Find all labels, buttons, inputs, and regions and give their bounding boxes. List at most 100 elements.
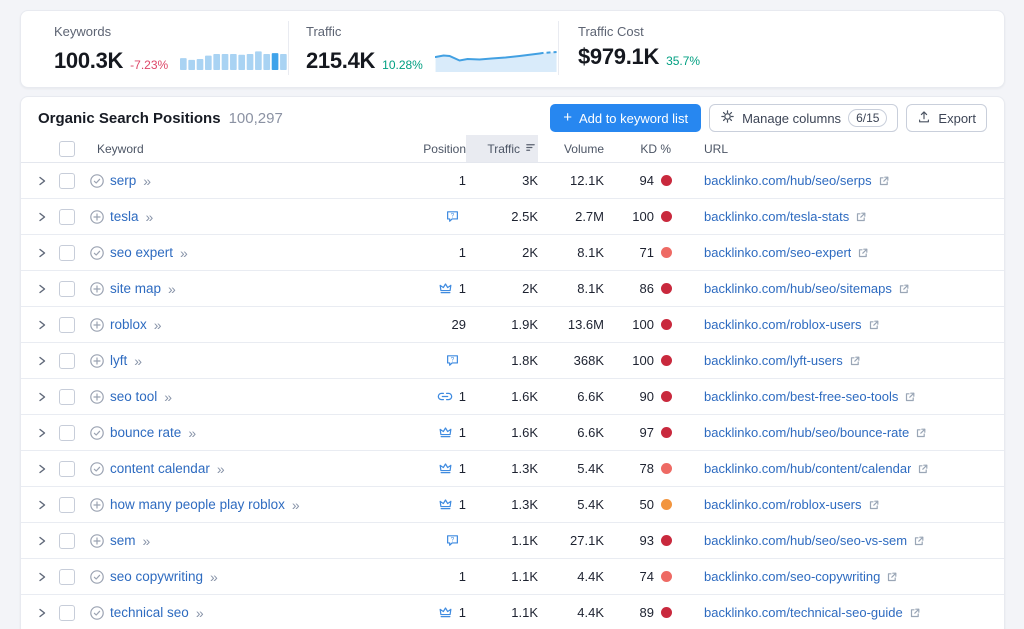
row-checkbox[interactable] xyxy=(59,353,75,369)
double-chevron-icon[interactable]: » xyxy=(217,461,225,477)
external-link-icon[interactable] xyxy=(855,211,867,223)
row-checkbox[interactable] xyxy=(59,317,75,333)
expand-chevron-icon[interactable] xyxy=(37,211,47,223)
external-link-icon[interactable] xyxy=(915,427,927,439)
external-link-icon[interactable] xyxy=(868,499,880,511)
double-chevron-icon[interactable]: » xyxy=(143,173,151,189)
column-header-volume[interactable]: Volume xyxy=(538,135,604,162)
url-link[interactable]: backlinko.com/technical-seo-guide xyxy=(704,605,903,620)
row-checkbox[interactable] xyxy=(59,533,75,549)
url-link[interactable]: backlinko.com/lyft-users xyxy=(704,353,843,368)
url-link[interactable]: backlinko.com/seo-expert xyxy=(704,245,851,260)
column-header-traffic[interactable]: Traffic xyxy=(466,135,538,162)
double-chevron-icon[interactable]: » xyxy=(196,605,204,621)
external-link-icon[interactable] xyxy=(917,463,929,475)
external-link-icon[interactable] xyxy=(868,319,880,331)
external-link-icon[interactable] xyxy=(886,571,898,583)
expand-chevron-icon[interactable] xyxy=(37,535,47,547)
double-chevron-icon[interactable]: » xyxy=(146,209,154,225)
expand-chevron-icon[interactable] xyxy=(37,427,47,439)
double-chevron-icon[interactable]: » xyxy=(143,533,151,549)
check-circle-icon[interactable] xyxy=(89,425,105,441)
url-link[interactable]: backlinko.com/hub/seo/serps xyxy=(704,173,872,188)
expand-chevron-icon[interactable] xyxy=(37,283,47,295)
keyword-link[interactable]: how many people play roblox xyxy=(110,497,285,512)
keyword-link[interactable]: tesla xyxy=(110,209,139,224)
plus-circle-icon[interactable] xyxy=(89,533,105,549)
check-circle-icon[interactable] xyxy=(89,605,105,621)
check-circle-icon[interactable] xyxy=(89,245,105,261)
keyword-link[interactable]: site map xyxy=(110,281,161,296)
keyword-link[interactable]: content calendar xyxy=(110,461,210,476)
external-link-icon[interactable] xyxy=(913,535,925,547)
column-header-kd[interactable]: KD % xyxy=(604,135,684,162)
keyword-link[interactable]: seo expert xyxy=(110,245,173,260)
keyword-link[interactable]: technical seo xyxy=(110,605,189,620)
url-link[interactable]: backlinko.com/tesla-stats xyxy=(704,209,849,224)
expand-chevron-icon[interactable] xyxy=(37,607,47,619)
double-chevron-icon[interactable]: » xyxy=(154,317,162,333)
expand-chevron-icon[interactable] xyxy=(37,175,47,187)
url-link[interactable]: backlinko.com/hub/seo/seo-vs-sem xyxy=(704,533,907,548)
row-checkbox[interactable] xyxy=(59,569,75,585)
keyword-link[interactable]: serp xyxy=(110,173,136,188)
url-link[interactable]: backlinko.com/hub/seo/sitemaps xyxy=(704,281,892,296)
keyword-link[interactable]: bounce rate xyxy=(110,425,181,440)
row-checkbox[interactable] xyxy=(59,245,75,261)
double-chevron-icon[interactable]: » xyxy=(180,245,188,261)
plus-circle-icon[interactable] xyxy=(89,389,105,405)
double-chevron-icon[interactable]: » xyxy=(210,569,218,585)
double-chevron-icon[interactable]: » xyxy=(134,353,142,369)
column-header-position[interactable]: Position xyxy=(366,135,466,162)
url-link[interactable]: backlinko.com/roblox-users xyxy=(704,317,862,332)
plus-circle-icon[interactable] xyxy=(89,497,105,513)
url-link[interactable]: backlinko.com/best-free-seo-tools xyxy=(704,389,898,404)
check-circle-icon[interactable] xyxy=(89,173,105,189)
double-chevron-icon[interactable]: » xyxy=(188,425,196,441)
external-link-icon[interactable] xyxy=(909,607,921,619)
add-to-keyword-list-button[interactable]: + Add to keyword list xyxy=(550,104,701,132)
plus-circle-icon[interactable] xyxy=(89,281,105,297)
double-chevron-icon[interactable]: » xyxy=(168,281,176,297)
url-link[interactable]: backlinko.com/seo-copywriting xyxy=(704,569,880,584)
check-circle-icon[interactable] xyxy=(89,461,105,477)
row-checkbox[interactable] xyxy=(59,425,75,441)
keyword-link[interactable]: sem xyxy=(110,533,136,548)
expand-chevron-icon[interactable] xyxy=(37,355,47,367)
row-checkbox[interactable] xyxy=(59,281,75,297)
row-checkbox[interactable] xyxy=(59,389,75,405)
expand-chevron-icon[interactable] xyxy=(37,463,47,475)
row-checkbox[interactable] xyxy=(59,605,75,621)
keyword-link[interactable]: roblox xyxy=(110,317,147,332)
row-checkbox[interactable] xyxy=(59,209,75,225)
url-link[interactable]: backlinko.com/hub/seo/bounce-rate xyxy=(704,425,909,440)
plus-circle-icon[interactable] xyxy=(89,353,105,369)
expand-chevron-icon[interactable] xyxy=(37,571,47,583)
url-link[interactable]: backlinko.com/roblox-users xyxy=(704,497,862,512)
external-link-icon[interactable] xyxy=(857,247,869,259)
external-link-icon[interactable] xyxy=(849,355,861,367)
row-checkbox[interactable] xyxy=(59,461,75,477)
plus-circle-icon[interactable] xyxy=(89,209,105,225)
external-link-icon[interactable] xyxy=(898,283,910,295)
external-link-icon[interactable] xyxy=(904,391,916,403)
double-chevron-icon[interactable]: » xyxy=(164,389,172,405)
url-link[interactable]: backlinko.com/hub/content/calendar xyxy=(704,461,911,476)
row-checkbox[interactable] xyxy=(59,497,75,513)
manage-columns-button[interactable]: Manage columns 6/15 xyxy=(709,104,898,132)
keyword-link[interactable]: seo tool xyxy=(110,389,157,404)
column-header-keyword[interactable]: Keyword xyxy=(85,135,366,162)
select-all-checkbox[interactable] xyxy=(59,141,75,157)
expand-chevron-icon[interactable] xyxy=(37,499,47,511)
row-checkbox[interactable] xyxy=(59,173,75,189)
keyword-link[interactable]: lyft xyxy=(110,353,127,368)
external-link-icon[interactable] xyxy=(878,175,890,187)
expand-chevron-icon[interactable] xyxy=(37,319,47,331)
expand-chevron-icon[interactable] xyxy=(37,247,47,259)
keyword-link[interactable]: seo copywriting xyxy=(110,569,203,584)
export-button[interactable]: Export xyxy=(906,104,987,132)
check-circle-icon[interactable] xyxy=(89,569,105,585)
expand-chevron-icon[interactable] xyxy=(37,391,47,403)
double-chevron-icon[interactable]: » xyxy=(292,497,300,513)
plus-circle-icon[interactable] xyxy=(89,317,105,333)
